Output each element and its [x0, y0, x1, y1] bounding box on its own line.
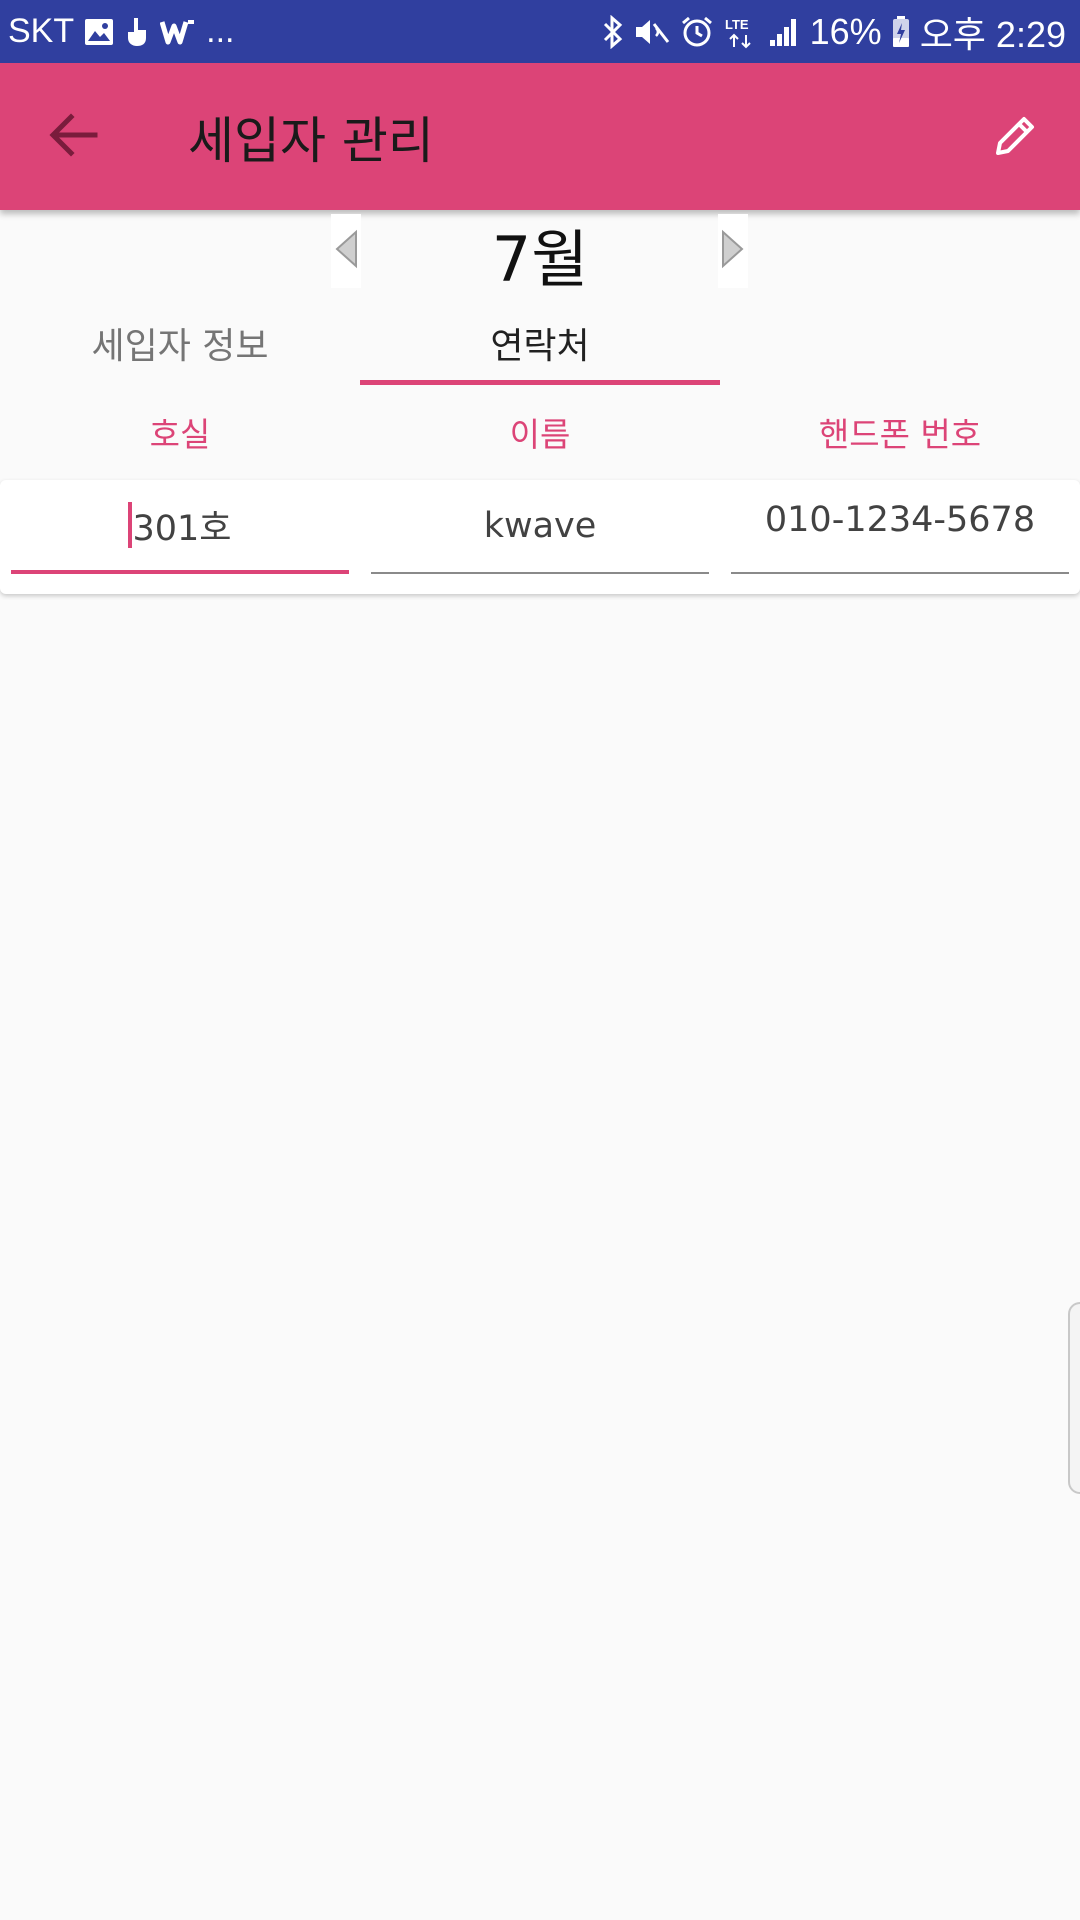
- alarm-icon: [680, 15, 714, 49]
- battery-percent: 16%: [809, 10, 882, 52]
- room-input[interactable]: 301호: [11, 480, 349, 574]
- tab-bar: 세입자 정보 연락처: [0, 300, 1080, 386]
- phone-input[interactable]: 010-1234-5678: [731, 480, 1069, 574]
- battery-icon: [892, 15, 910, 48]
- status-bar-left: SKT ...: [8, 0, 234, 63]
- clock-label: 오후 2:29: [919, 13, 1066, 55]
- pencil-icon: [992, 111, 1040, 163]
- phone-value: 010-1234-5678: [764, 500, 1036, 540]
- status-bar: SKT ... LTE 16% 오후 2:29: [0, 0, 1080, 63]
- status-bar-right: LTE 16% 오후 2:29: [602, 0, 1066, 63]
- carrier-label: SKT: [8, 12, 75, 50]
- bluetooth-icon: [602, 14, 624, 49]
- hand-icon: [124, 16, 150, 48]
- name-value: kwave: [483, 506, 597, 546]
- month-label: 7월: [491, 223, 589, 296]
- more-notifications-label: ...: [206, 12, 235, 50]
- next-month-button[interactable]: [718, 214, 748, 288]
- back-button[interactable]: [32, 95, 116, 179]
- prev-month-button[interactable]: [331, 214, 361, 288]
- svg-text:LTE: LTE: [725, 17, 749, 32]
- triangle-left-icon: [334, 229, 358, 273]
- gallery-icon: [84, 18, 114, 46]
- signal-icon: [768, 16, 800, 48]
- page-title: 세입자 관리: [188, 111, 434, 170]
- arrow-left-icon: [49, 113, 99, 161]
- app-bar: 세입자 관리: [0, 63, 1080, 210]
- room-value: 301호: [132, 508, 232, 549]
- column-header-name: 이름: [509, 415, 571, 454]
- tab-indicator: [360, 380, 720, 385]
- triangle-right-icon: [721, 229, 745, 273]
- lte-icon: LTE: [724, 15, 758, 49]
- name-input[interactable]: kwave: [371, 480, 709, 574]
- tab-contacts[interactable]: 연락처: [360, 300, 720, 386]
- column-header-phone: 핸드폰 번호: [818, 415, 982, 454]
- mute-icon: [634, 16, 670, 48]
- tab-tenant-info[interactable]: 세입자 정보: [0, 300, 360, 386]
- edit-button[interactable]: [974, 95, 1058, 179]
- column-header-room: 호실: [149, 415, 211, 454]
- w-app-icon: [160, 18, 196, 46]
- contact-row-card: 301호 kwave 010-1234-5678: [0, 480, 1080, 594]
- edge-panel-handle[interactable]: [1068, 1302, 1080, 1494]
